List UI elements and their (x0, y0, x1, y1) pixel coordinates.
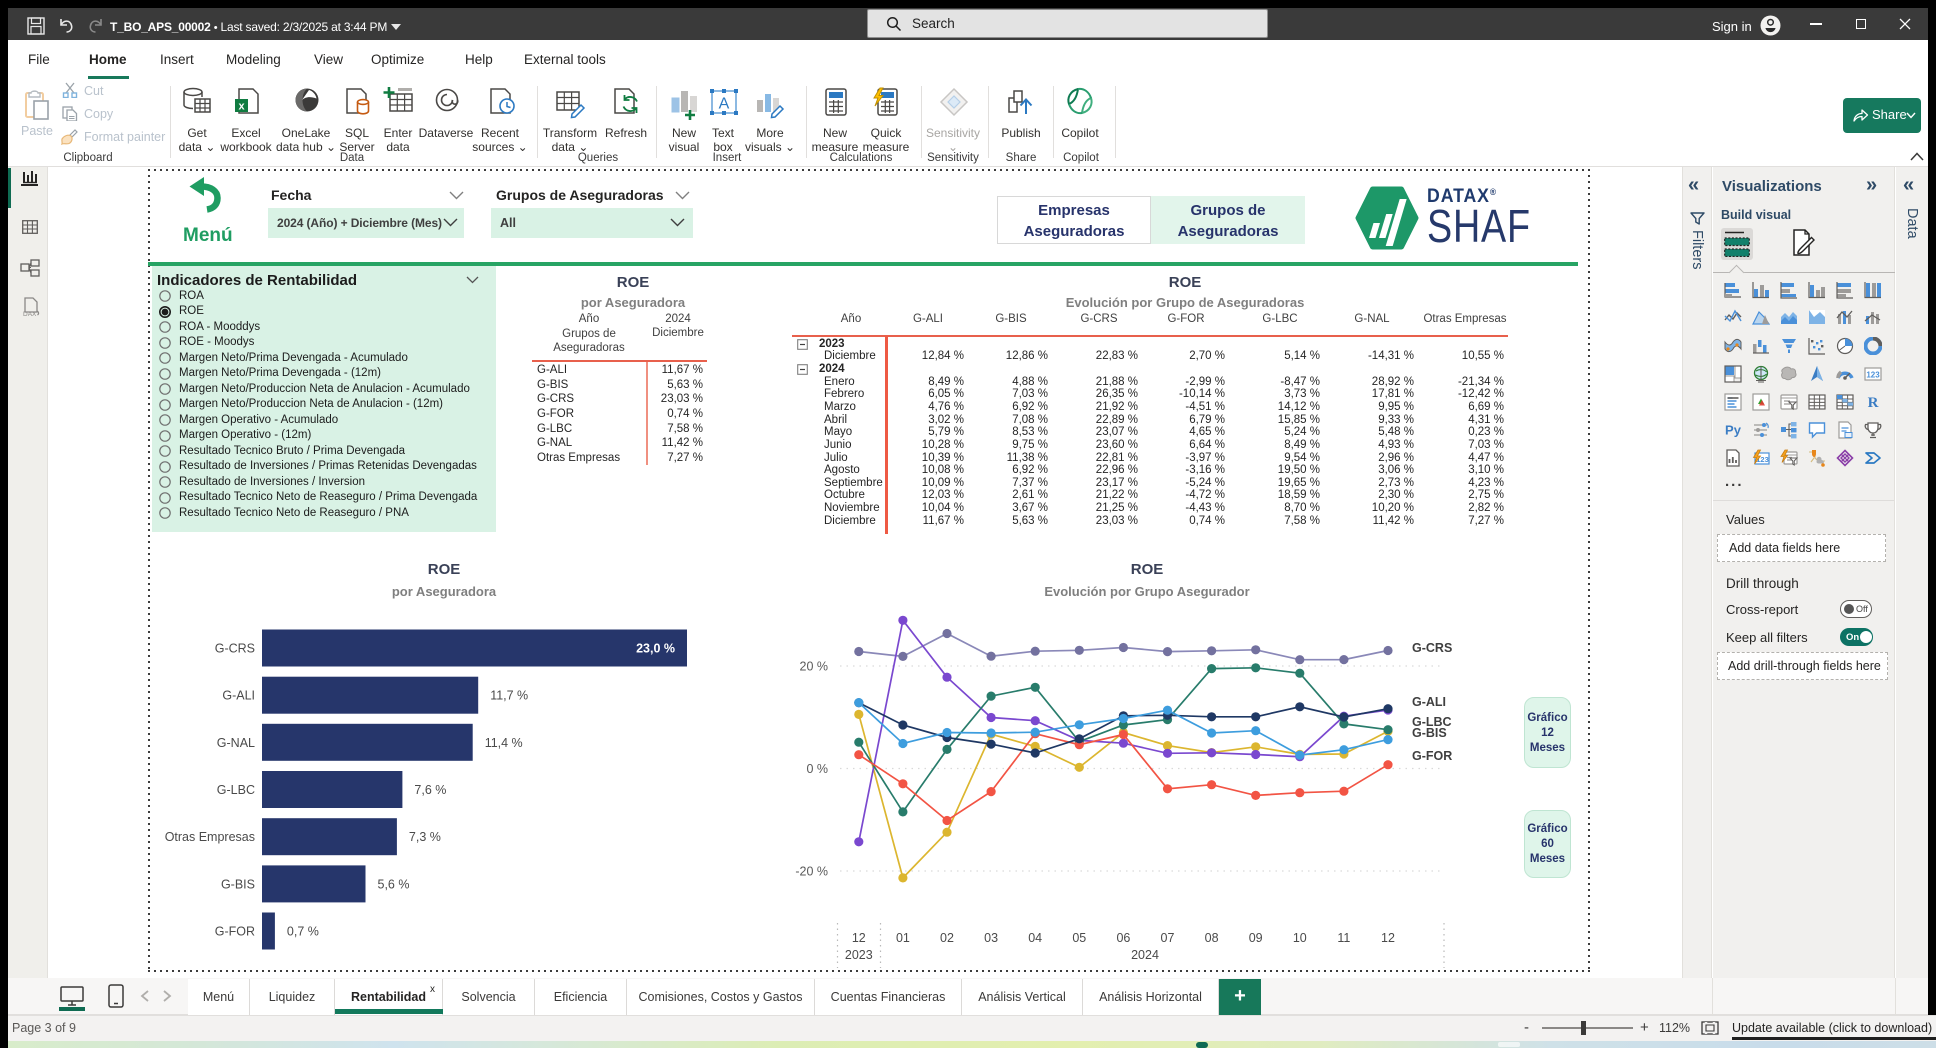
svg-text:5,6 %: 5,6 % (378, 877, 410, 891)
svg-text:11,7 %: 11,7 % (490, 689, 528, 703)
svg-text:02: 02 (940, 931, 954, 945)
svg-text:04: 04 (1028, 931, 1042, 945)
svg-text:09: 09 (1249, 931, 1263, 945)
svg-text:7,6 %: 7,6 % (414, 783, 446, 797)
svg-text:11: 11 (1337, 931, 1350, 945)
svg-text:Py: Py (1725, 423, 1742, 438)
svg-text:Otras Empresas: Otras Empresas (165, 830, 255, 844)
svg-text:12: 12 (852, 931, 866, 945)
svg-text:123: 123 (1866, 371, 1880, 380)
svg-text:12: 12 (1381, 931, 1395, 945)
svg-text:01: 01 (896, 931, 910, 945)
svg-text:G-FOR: G-FOR (215, 925, 255, 939)
svg-text:06: 06 (1116, 931, 1130, 945)
svg-text:7,3 %: 7,3 % (409, 830, 441, 844)
svg-text:10: 10 (1293, 931, 1307, 945)
svg-text:G-BIS: G-BIS (221, 877, 255, 891)
svg-text:23,0 %: 23,0 % (636, 642, 675, 656)
svg-text:2023: 2023 (845, 948, 873, 962)
svg-text:G-CRS: G-CRS (215, 642, 255, 656)
svg-text:G-LBC: G-LBC (217, 783, 255, 797)
svg-text:DAX: DAX (23, 311, 37, 317)
svg-text:G-NAL: G-NAL (217, 736, 255, 750)
svg-text:x: x (238, 101, 245, 113)
svg-text:03: 03 (984, 931, 998, 945)
svg-text:A: A (719, 96, 730, 113)
svg-text:0,7 %: 0,7 % (287, 925, 319, 939)
svg-text:-20 %: -20 % (795, 865, 828, 879)
svg-text:G-BIS: G-BIS (1412, 726, 1447, 740)
svg-text:2024: 2024 (1131, 948, 1159, 962)
svg-text:20 %: 20 % (800, 660, 829, 674)
svg-text:0 %: 0 % (806, 762, 828, 776)
svg-text:G-ALI: G-ALI (1412, 695, 1446, 709)
svg-text:R: R (1868, 395, 1879, 411)
svg-text:08: 08 (1205, 931, 1219, 945)
svg-text:G-FOR: G-FOR (1412, 749, 1452, 763)
svg-text:G-CRS: G-CRS (1412, 641, 1452, 655)
svg-text:11,4 %: 11,4 % (485, 736, 523, 750)
svg-text:05: 05 (1072, 931, 1086, 945)
svg-text:07: 07 (1161, 931, 1175, 945)
svg-text:G-ALI: G-ALI (222, 689, 255, 703)
